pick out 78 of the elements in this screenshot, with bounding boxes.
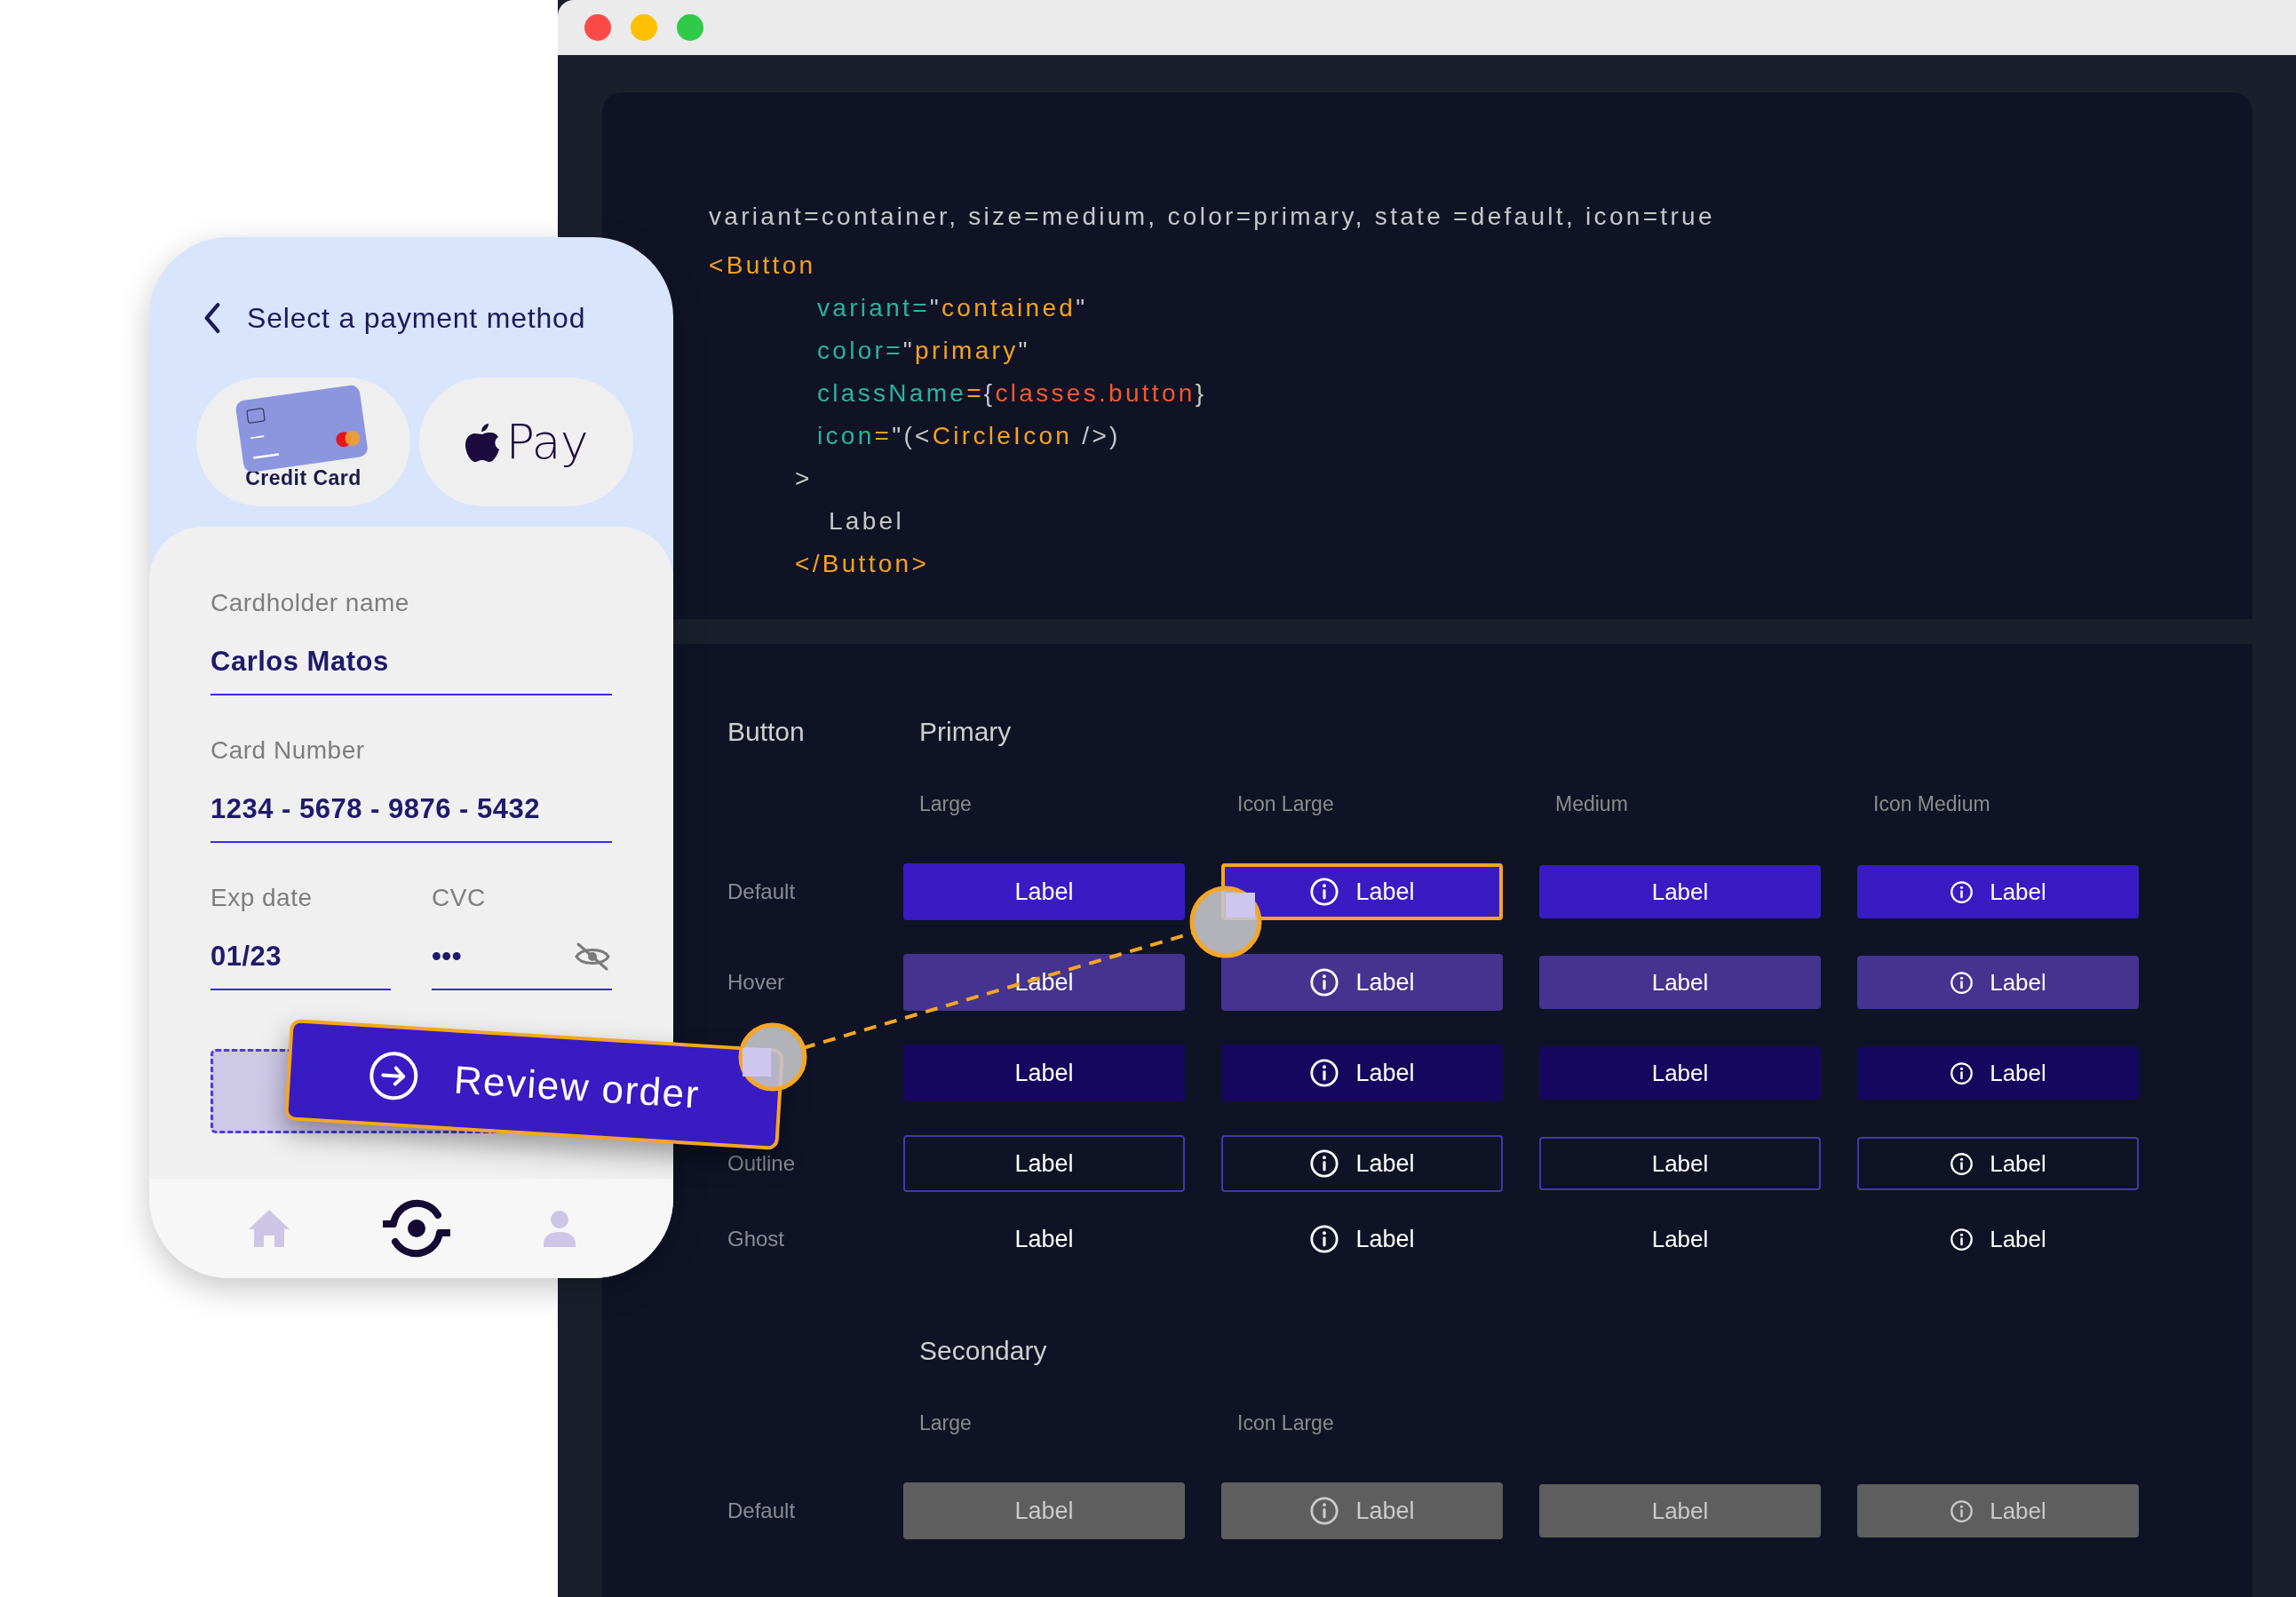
sample-button[interactable]: Label bbox=[1221, 1211, 1503, 1267]
column-heading: Icon Medium bbox=[1872, 791, 1990, 816]
payment-option[interactable]: Pay bbox=[419, 377, 633, 506]
close-button[interactable] bbox=[584, 14, 611, 41]
user-icon[interactable] bbox=[542, 1209, 577, 1248]
code-line: icon="(<CircleIcon />) bbox=[816, 421, 1122, 451]
info-icon bbox=[1309, 1496, 1340, 1526]
info-icon bbox=[1309, 1058, 1340, 1088]
input-field[interactable]: ••• bbox=[432, 937, 612, 990]
code-line: Label bbox=[828, 506, 905, 536]
sample-button[interactable]: Label bbox=[903, 954, 1185, 1011]
column-heading: Medium bbox=[1554, 791, 1628, 816]
back-icon[interactable] bbox=[203, 302, 222, 334]
field-label: CVC bbox=[432, 883, 487, 913]
home-icon[interactable] bbox=[247, 1208, 291, 1249]
sample-button[interactable]: Label bbox=[1221, 1045, 1503, 1101]
input-field[interactable]: 01/23 bbox=[211, 937, 391, 990]
row-label: Outline bbox=[727, 1151, 796, 1176]
input-field[interactable]: Carlos Matos bbox=[211, 642, 612, 695]
screen-title: Select a payment method bbox=[247, 301, 586, 335]
info-icon bbox=[1950, 1498, 1974, 1523]
info-icon bbox=[1309, 967, 1340, 997]
code-line: className={classes.button} bbox=[816, 378, 1208, 409]
sample-button[interactable]: Label bbox=[903, 1211, 1185, 1267]
sample-button[interactable]: Label bbox=[903, 1482, 1185, 1539]
sample-button[interactable]: Label bbox=[903, 1045, 1185, 1101]
column-heading: Large bbox=[918, 1410, 972, 1435]
column-heading: Large bbox=[918, 791, 972, 816]
sample-button[interactable]: Label bbox=[1539, 1212, 1821, 1266]
sample-button[interactable]: Label bbox=[1221, 1482, 1503, 1539]
sample-button[interactable]: Label bbox=[903, 863, 1185, 920]
code-line: color="primary" bbox=[816, 336, 1031, 366]
sample-button[interactable]: Label bbox=[1221, 863, 1503, 920]
code-line: variant="contained" bbox=[816, 293, 1089, 323]
row-label: Default bbox=[727, 879, 796, 904]
code-line: > bbox=[794, 464, 814, 494]
sample-button[interactable]: Label bbox=[1857, 1137, 2139, 1190]
section-title: Primary bbox=[918, 717, 1012, 747]
sample-button[interactable]: Label bbox=[1539, 865, 1821, 918]
sample-button[interactable]: Label bbox=[1539, 956, 1821, 1009]
info-icon bbox=[1950, 1151, 1974, 1176]
group-title: Button bbox=[727, 717, 805, 747]
arrow-right-icon bbox=[367, 1049, 420, 1102]
sample-button[interactable]: Label bbox=[1857, 1484, 2139, 1537]
code-line: <Button bbox=[709, 254, 817, 277]
payment-option[interactable]: Credit Card bbox=[196, 377, 410, 506]
info-icon bbox=[1950, 970, 1974, 995]
field-label: Card Number bbox=[211, 735, 366, 766]
info-icon bbox=[1309, 1224, 1340, 1254]
sample-button[interactable]: Label bbox=[903, 1135, 1185, 1192]
column-heading: Icon Large bbox=[1236, 1410, 1334, 1435]
input-field[interactable]: 1234 - 5678 - 9876 - 5432 bbox=[211, 790, 612, 843]
sample-button[interactable]: Label bbox=[1857, 865, 2139, 918]
code-line: variant=container, size=medium, color=primary, state =default, icon=true bbox=[709, 202, 1716, 232]
info-icon bbox=[1950, 1061, 1974, 1085]
code-line: </Button> bbox=[794, 549, 931, 579]
info-icon bbox=[1309, 1148, 1340, 1179]
row-label: Hover bbox=[727, 970, 785, 995]
sample-button[interactable]: Label bbox=[1221, 954, 1503, 1011]
eye-icon[interactable] bbox=[381, 1199, 452, 1258]
sample-button[interactable]: Label bbox=[1221, 1135, 1503, 1192]
sample-button[interactable]: Label bbox=[1539, 1137, 1821, 1190]
field-label: Cardholder name bbox=[211, 588, 410, 618]
sample-button[interactable]: Label bbox=[1857, 1212, 2139, 1266]
info-icon bbox=[1950, 879, 1974, 904]
sample-button[interactable]: Label bbox=[1857, 1046, 2139, 1100]
row-label: Default bbox=[727, 1498, 796, 1523]
info-icon bbox=[1309, 877, 1340, 907]
sample-button[interactable]: Label bbox=[1539, 1046, 1821, 1100]
column-heading: Icon Large bbox=[1236, 791, 1334, 816]
sample-button[interactable]: Label bbox=[1857, 956, 2139, 1009]
eye-slash-icon[interactable] bbox=[573, 941, 612, 973]
field-label: Exp date bbox=[211, 883, 314, 913]
section-title: Secondary bbox=[918, 1336, 1047, 1366]
info-icon bbox=[1950, 1227, 1974, 1251]
sample-button[interactable]: Label bbox=[1539, 1484, 1821, 1537]
row-label: Ghost bbox=[727, 1227, 785, 1251]
zoom-button[interactable] bbox=[677, 14, 703, 41]
